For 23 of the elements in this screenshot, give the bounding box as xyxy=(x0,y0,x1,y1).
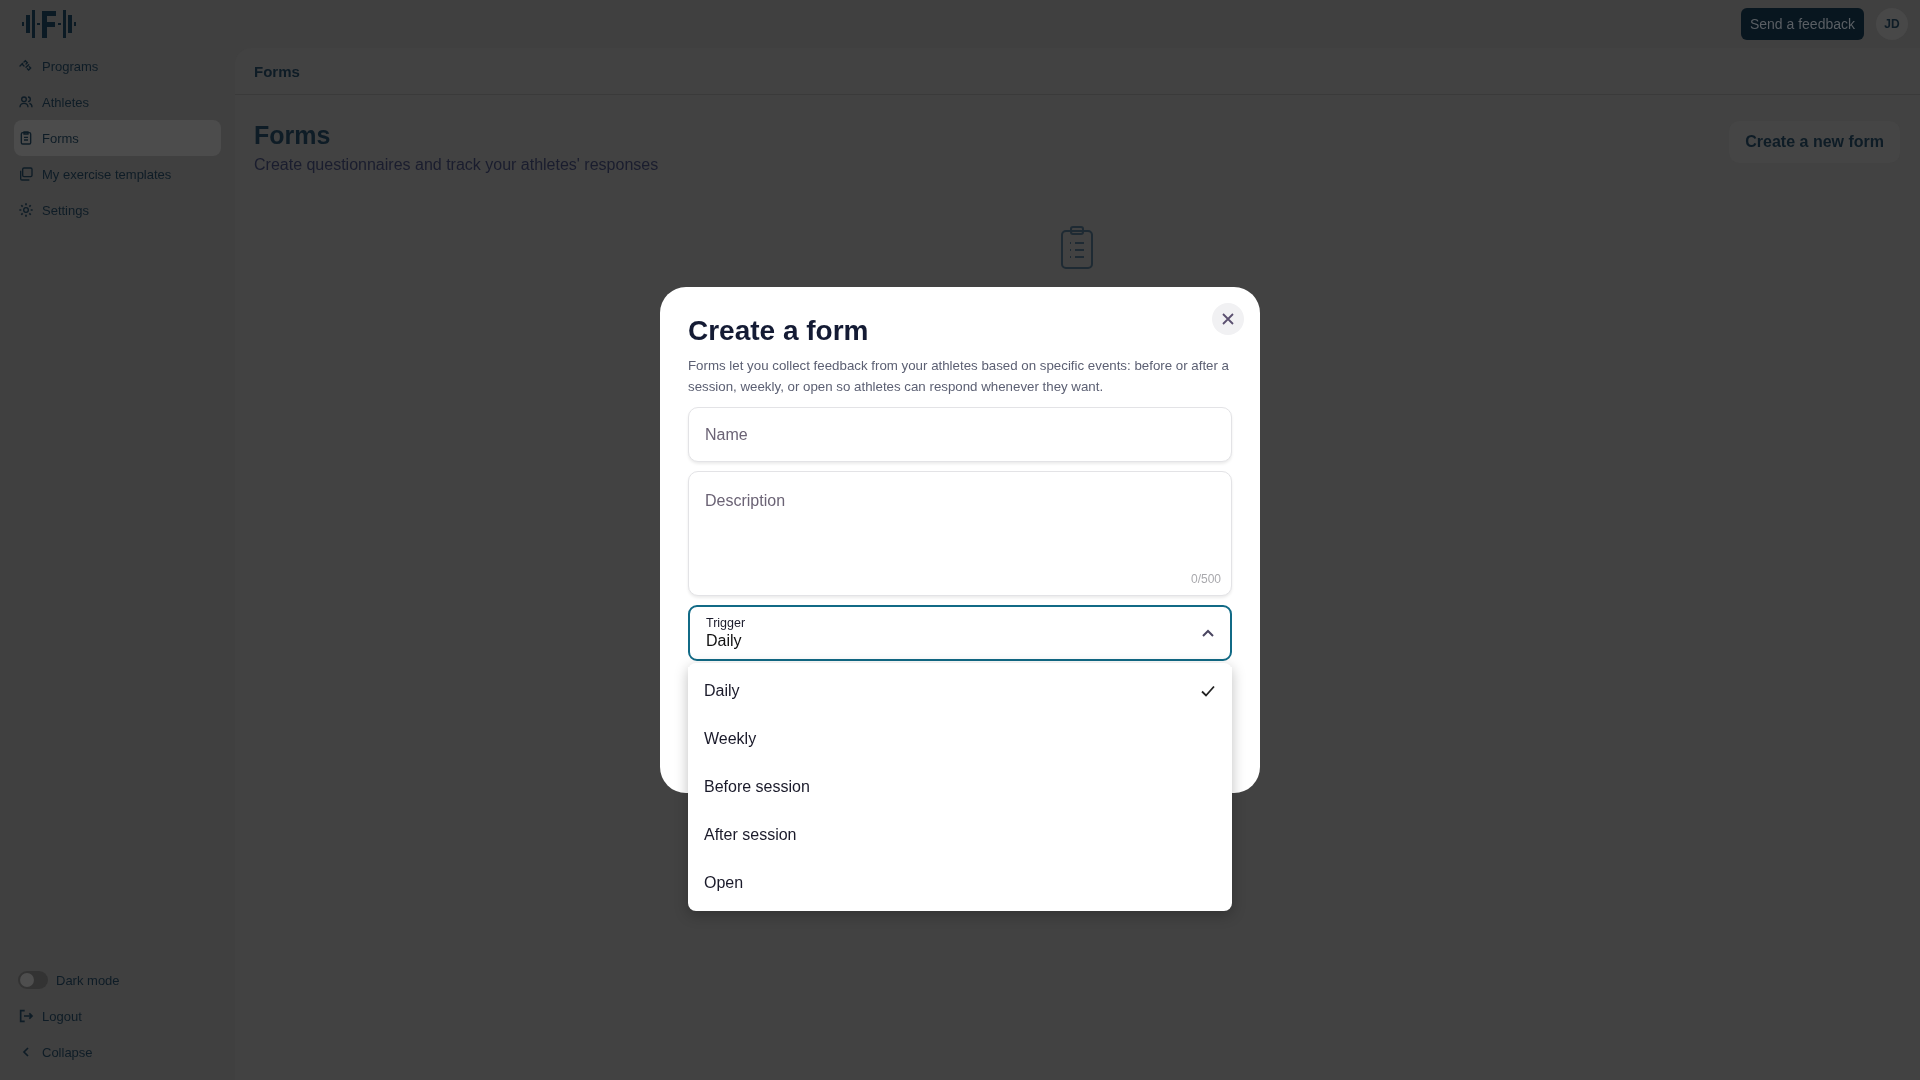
check-icon xyxy=(1200,683,1216,699)
dropdown-option[interactable]: Weekly xyxy=(688,715,1232,763)
dark-mode-toggle[interactable] xyxy=(18,971,48,989)
dropdown-option[interactable]: Before session xyxy=(688,763,1232,811)
sidebar-item[interactable]: Forms xyxy=(14,120,221,156)
dropdown-option[interactable]: Daily xyxy=(688,667,1232,715)
trigger-select[interactable]: Trigger Daily xyxy=(688,605,1232,661)
character-counter: 0/500 xyxy=(1190,572,1221,586)
modal-description: Forms let you collect feedback from your athletes based on specific events: before or after a session, weekly, or open so athletes can respond whenever they want. xyxy=(688,357,1230,396)
chevron-icon xyxy=(1202,629,1214,637)
clipboard-icon xyxy=(18,130,34,146)
feedback-button[interactable]: Send a feedback xyxy=(1740,8,1864,40)
dropdown-option[interactable]: Open xyxy=(688,859,1232,907)
clipboard-icon xyxy=(1059,226,1094,270)
close-icon xyxy=(1222,313,1234,325)
people-icon xyxy=(18,94,34,110)
user-avatar[interactable]: JD xyxy=(1876,8,1908,40)
logout-icon xyxy=(18,1008,34,1024)
dropdown-option[interactable]: After session xyxy=(688,811,1232,859)
modal-title: Create a form xyxy=(688,315,870,347)
name-field[interactable]: Name xyxy=(688,407,1232,462)
close-button[interactable] xyxy=(1212,303,1244,335)
copies-icon xyxy=(18,166,34,182)
